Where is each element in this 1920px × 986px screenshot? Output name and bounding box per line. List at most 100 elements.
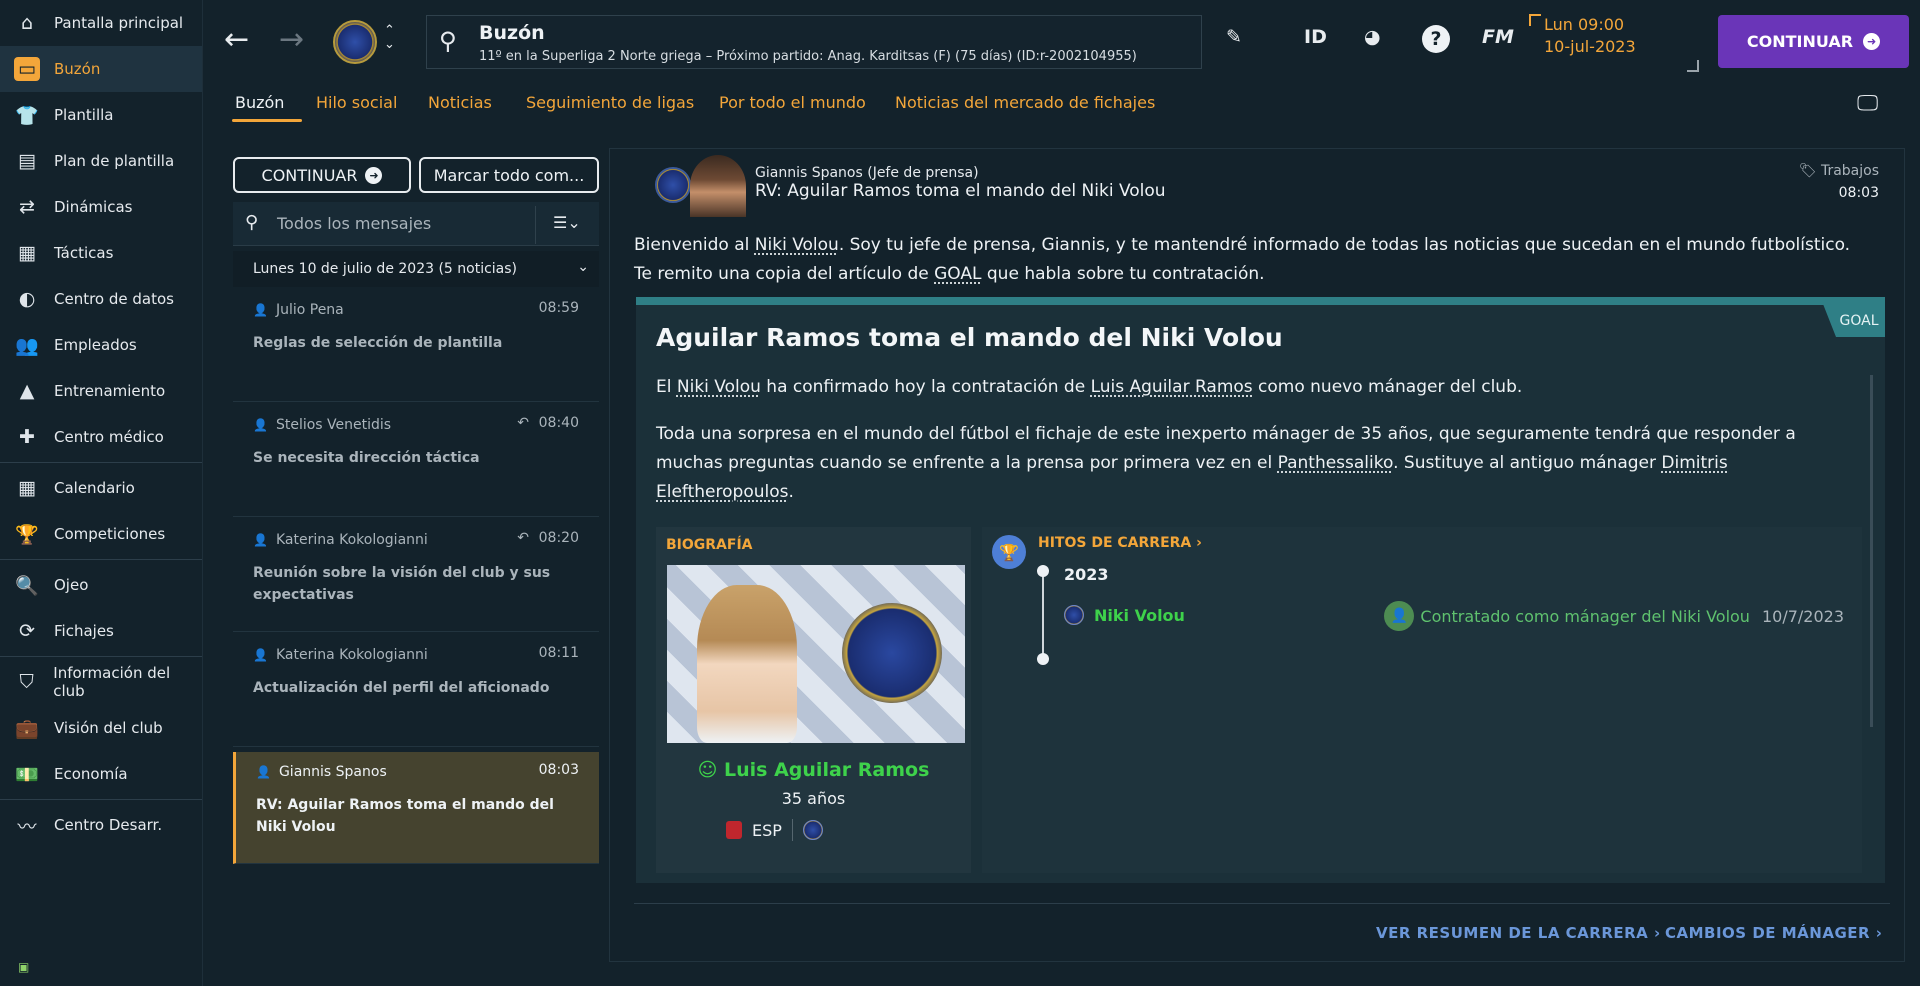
- message-item[interactable]: 👤 Katerina Kokologianni ↶ 08:20 Reunión s…: [233, 520, 599, 632]
- sidebar-item-staff[interactable]: 👥 Empleados: [0, 322, 202, 368]
- manager-changes-link[interactable]: CAMBIOS DE MÁNAGER ›: [1665, 924, 1882, 942]
- sidebar-item-label: Plantilla: [54, 106, 114, 124]
- inbox-list: CONTINUAR ➜ Marcar todo com... ⚲ Todos l…: [233, 148, 599, 868]
- message-sender: 👤 Stelios Venetidis: [253, 417, 391, 433]
- sidebar-item-dev-centre[interactable]: 〰 Centro Desarr.: [0, 802, 202, 848]
- sidebar-item-transfers[interactable]: ⟳ Fichajes: [0, 608, 202, 654]
- milestone-event-text: Contratado como mánager del Niki Volou: [1420, 606, 1750, 626]
- message-sender: 👤 Katerina Kokologianni: [253, 532, 428, 548]
- sidebar-item-dynamics[interactable]: ⇄ Dinámicas: [0, 184, 202, 230]
- tab-social-feed[interactable]: Hilo social: [316, 93, 397, 112]
- day-group-header[interactable]: Lunes 10 de julio de 2023 (5 noticias) ⌄: [233, 251, 599, 287]
- forward-arrow-icon[interactable]: →: [279, 22, 304, 57]
- article-title: Aguilar Ramos toma el mando del Niki Vol…: [656, 323, 1283, 352]
- chevron-down-icon[interactable]: ⌄: [577, 259, 589, 275]
- calendar-icon: ▦: [18, 477, 36, 499]
- career-milestones: 🏆 HITOS DE CARRERA › 2023 Niki Volou 👤 C…: [982, 527, 1862, 873]
- continue-button[interactable]: CONTINUAR ➜: [1718, 15, 1909, 68]
- biography-card: BIOGRAFÍA ☺ Luis Aguilar Ramos 35 años E…: [656, 527, 971, 873]
- fm-menu-button[interactable]: FM: [1482, 26, 1514, 48]
- sidebar-item-label: Entrenamiento: [54, 382, 166, 400]
- career-milestones-link[interactable]: HITOS DE CARRERA ›: [1038, 535, 1202, 551]
- sidebar-separator: [0, 559, 202, 560]
- sidebar-item-scouting[interactable]: 🔍 Ojeo: [0, 562, 202, 608]
- date-corner-decoration: [1687, 60, 1699, 72]
- milestone-year: 2023: [1064, 565, 1109, 584]
- money-status-icon[interactable]: ▣: [18, 960, 29, 974]
- sidebar-item-calendar[interactable]: ▦ Calendario: [0, 465, 202, 511]
- sidebar-item-label: Información del club: [53, 664, 171, 700]
- sidebar-item-data-hub[interactable]: ◐ Centro de datos: [0, 276, 202, 322]
- milestone-club[interactable]: Niki Volou: [1064, 605, 1185, 625]
- arrow-right-icon: ➜: [1863, 33, 1881, 50]
- message-subject: Actualización del perfil del aficionado: [253, 680, 550, 696]
- mark-all-read-button[interactable]: Marcar todo com...: [419, 157, 599, 193]
- sender-name[interactable]: Giannis Spanos (Jefe de prensa): [755, 165, 979, 181]
- sidebar-item-label: Calendario: [54, 479, 135, 497]
- club-link[interactable]: Niki Volou: [755, 235, 839, 255]
- career-summary-link[interactable]: VER RESUMEN DE LA CARRERA ›: [1376, 924, 1661, 942]
- tab-league-tracking[interactable]: Seguimiento de ligas: [526, 93, 694, 112]
- tab-transfer-news[interactable]: Noticias del mercado de fichajes: [895, 93, 1155, 112]
- milestone-event: 👤 Contratado como mánager del Niki Volou…: [1384, 601, 1844, 631]
- club-crest-large: [842, 603, 942, 703]
- manager-name[interactable]: ☺ Luis Aguilar Ramos: [656, 759, 971, 781]
- sidebar-item-competitions[interactable]: 🏆 Competiciones: [0, 511, 202, 557]
- message-filter-input[interactable]: ⚲ Todos los mensajes ☰⌄: [233, 202, 599, 246]
- club-crest[interactable]: [333, 20, 377, 64]
- sidebar-item-label: Tácticas: [54, 244, 114, 262]
- sidebar-item-finances[interactable]: 💵 Economía: [0, 751, 202, 797]
- manager-avatar: [697, 585, 797, 743]
- club-link[interactable]: Niki Volou: [677, 377, 761, 397]
- stadium-link[interactable]: Panthessaliko: [1278, 453, 1394, 473]
- sidebar-item-medical[interactable]: ✚ Centro médico: [0, 414, 202, 460]
- sidebar-item-training[interactable]: ▲ Entrenamiento: [0, 368, 202, 414]
- monitor-icon[interactable]: 🖵: [1857, 91, 1878, 116]
- sidebar-item-club-vision[interactable]: 💼 Visión del club: [0, 705, 202, 751]
- sidebar-item-label: Competiciones: [54, 525, 166, 543]
- id-button[interactable]: ID: [1304, 26, 1327, 48]
- tab-inbox[interactable]: Buzón: [235, 93, 284, 112]
- inbox-continue-button[interactable]: CONTINUAR ➜: [233, 157, 411, 193]
- sender-avatar[interactable]: [690, 155, 746, 217]
- sidebar-item-squad[interactable]: 👕 Plantilla: [0, 92, 202, 138]
- message-time: 08:03: [538, 762, 579, 778]
- manager-link[interactable]: Luis Aguilar Ramos: [1091, 377, 1253, 397]
- sidebar-item-squad-plan[interactable]: ▤ Plan de plantilla: [0, 138, 202, 184]
- sidebar-item-label: Pantalla principal: [54, 14, 184, 32]
- mail-category-label: Trabajos: [1820, 163, 1879, 179]
- source-link[interactable]: GOAL: [934, 264, 981, 284]
- tab-around-the-world[interactable]: Por todo el mundo: [719, 93, 866, 112]
- panel-divider: [634, 903, 1890, 904]
- search-input[interactable]: ⚲ Buzón 11º en la Superliga 2 Norte grie…: [426, 15, 1202, 69]
- sidebar-item-tactics[interactable]: ▦ Tácticas: [0, 230, 202, 276]
- page-title: Buzón: [479, 22, 545, 44]
- mail-intro-line-1: Bienvenido al Niki Volou. Soy tu jefe de…: [634, 231, 1894, 260]
- help-icon[interactable]: ?: [1422, 25, 1450, 53]
- message-item-selected[interactable]: 👤 Giannis Spanos 08:03 RV: Aguilar Ramos …: [233, 752, 599, 864]
- message-subject: RV: Aguilar Ramos toma el mando del Niki…: [256, 797, 554, 835]
- trophy-icon: 🏆: [992, 535, 1026, 569]
- message-time: 08:11: [538, 645, 579, 661]
- staff-icon: 👥: [15, 334, 39, 357]
- biography-label: BIOGRAFÍA: [666, 537, 753, 553]
- world-icon[interactable]: ◕: [1364, 26, 1381, 48]
- person-icon: 👤: [253, 648, 268, 662]
- message-sender-name: Julio Pena: [275, 302, 344, 318]
- club-switch-chevrons-icon[interactable]: ⌃ ⌄: [384, 24, 395, 52]
- sidebar-item-inbox[interactable]: ▭ Buzón: [0, 46, 202, 92]
- nationality-code: ESP: [752, 820, 782, 840]
- club-crest-icon[interactable]: [802, 820, 823, 840]
- active-tab-indicator: [232, 119, 302, 122]
- back-arrow-icon[interactable]: ←: [224, 22, 249, 57]
- message-item[interactable]: 👤 Julio Pena 08:59 Reglas de selección de…: [233, 290, 599, 402]
- sort-menu-icon[interactable]: ☰⌄: [553, 213, 581, 232]
- edit-pencil-icon[interactable]: ✎: [1226, 26, 1242, 48]
- tab-news[interactable]: Noticias: [428, 93, 492, 112]
- article-scrollbar[interactable]: [1870, 375, 1873, 727]
- source-badge: GOAL: [1823, 305, 1885, 337]
- message-item[interactable]: 👤 Katerina Kokologianni 08:11 Actualizaci…: [233, 635, 599, 747]
- sidebar-item-home[interactable]: ⌂ Pantalla principal: [0, 0, 202, 46]
- message-item[interactable]: 👤 Stelios Venetidis ↶ 08:40 Se necesita d…: [233, 405, 599, 517]
- sidebar-item-club-info[interactable]: ⛉ Información del club: [0, 659, 202, 705]
